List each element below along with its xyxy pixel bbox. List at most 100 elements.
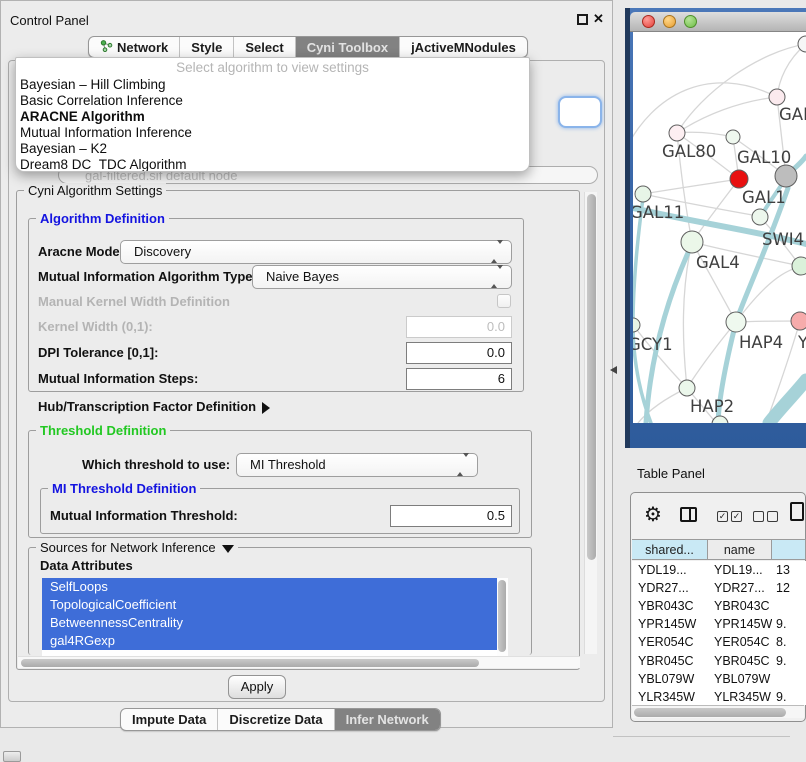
table-row[interactable]: YPR145WYPR145W9. [632, 615, 806, 633]
new-document-icon[interactable] [790, 502, 804, 521]
table-row[interactable]: YBR043CYBR043C [632, 597, 806, 615]
network-edge[interactable] [643, 179, 739, 194]
network-node-hap4[interactable] [726, 312, 746, 332]
network-window-titlebar[interactable] [630, 12, 806, 32]
column-header[interactable]: name [708, 540, 772, 559]
mi-threshold-label: Mutual Information Threshold: [50, 508, 238, 523]
zoom-green-icon[interactable] [684, 15, 697, 28]
unchecked-columns-icon[interactable] [767, 511, 778, 522]
close-red-icon[interactable] [642, 15, 655, 28]
attribute-item[interactable]: BetweennessCentrality [42, 614, 497, 632]
network-edge[interactable] [633, 83, 777, 147]
data-attributes-list[interactable]: SelfLoopsTopologicalCoefficientBetweenne… [42, 578, 497, 656]
algorithm-definition-title: Algorithm Definition [36, 211, 169, 226]
table-cell: YLR345W [708, 690, 772, 704]
table-body: YDL19...YDL19...13YDR27...YDR27...12YBR0… [632, 561, 806, 705]
float-window-icon[interactable] [577, 14, 588, 25]
algorithm-option[interactable]: Bayesian – K2 [16, 141, 529, 157]
kernel-width-label: Kernel Width (0,1): [38, 319, 153, 334]
tab-cyni-toolbox[interactable]: Cyni Toolbox [296, 37, 400, 57]
network-node-gal80[interactable] [669, 125, 685, 141]
corner-button[interactable] [3, 751, 21, 762]
apply-button[interactable]: Apply [228, 675, 286, 699]
checked-columns-icon[interactable]: ✓ [717, 511, 728, 522]
network-node-gcy1[interactable] [633, 318, 640, 332]
attributes-list-scrollbar[interactable] [497, 578, 508, 656]
table-row[interactable]: YBR045CYBR045C9. [632, 651, 806, 669]
manual-kernel-checkbox[interactable] [497, 294, 511, 308]
scrollbar-thumb[interactable] [634, 708, 786, 717]
bottom-tabbar: Impute DataDiscretize DataInfer Network [120, 708, 441, 731]
mi-threshold-field[interactable]: 0.5 [390, 505, 512, 527]
tab-impute-data[interactable]: Impute Data [121, 709, 218, 730]
network-node-gal11[interactable] [635, 186, 651, 202]
node-label: SWI4 [762, 230, 804, 249]
tab-style[interactable]: Style [180, 37, 234, 57]
table-row[interactable]: YDR27...YDR27...12 [632, 579, 806, 597]
attribute-item[interactable]: SelfLoops [42, 578, 497, 596]
table-cell: YDL19... [708, 563, 772, 577]
hub-definition-expander[interactable]: Hub/Transcription Factor Definition [38, 399, 270, 414]
network-node-gal4[interactable] [681, 231, 703, 253]
tab-network[interactable]: Network [89, 37, 180, 57]
network-edge[interactable] [692, 179, 739, 242]
network-edge[interactable] [769, 380, 806, 423]
dpi-tolerance-field[interactable]: 0.0 [406, 342, 512, 364]
table-header[interactable]: shared...name [632, 539, 806, 560]
table-row[interactable]: YDL19...YDL19...13 [632, 561, 806, 579]
algorithm-option[interactable]: Bayesian – Hill Climbing [16, 77, 529, 93]
scrollbar-thumb[interactable] [498, 580, 506, 652]
sources-group-title[interactable]: Sources for Network Inference [36, 540, 238, 555]
checked-columns-icon[interactable]: ✓ [731, 511, 742, 522]
columns-icon[interactable] [680, 507, 697, 522]
algorithm-combo-focus-remnant[interactable] [558, 96, 602, 128]
table-cell: YPR145W [708, 617, 772, 631]
network-node-hap2[interactable] [679, 380, 695, 396]
algorithm-option[interactable]: Dream8 DC_TDC Algorithm [16, 157, 529, 172]
network-edge[interactable] [677, 97, 777, 133]
network-node-gal1[interactable] [730, 170, 748, 188]
minimize-yellow-icon[interactable] [663, 15, 676, 28]
kernel-width-field[interactable]: 0.0 [406, 316, 512, 338]
mi-steps-field[interactable]: 6 [406, 368, 512, 390]
network-node-gal10[interactable] [726, 130, 740, 144]
network-edge[interactable] [718, 188, 788, 423]
dropdown-prompt: Select algorithm to view settings [16, 58, 529, 77]
tab-infer-network[interactable]: Infer Network [335, 709, 440, 730]
table-row[interactable]: YER054CYER054C8. [632, 633, 806, 651]
attribute-item[interactable]: TopologicalCoefficient [42, 596, 497, 614]
network-edge[interactable] [777, 44, 806, 97]
mouse-cursor [610, 366, 617, 374]
network-node[interactable] [792, 257, 806, 275]
network-node-gal[interactable] [769, 89, 785, 105]
tab-discretize-data[interactable]: Discretize Data [218, 709, 334, 730]
column-header[interactable] [772, 540, 806, 559]
settings-vertical-scrollbar[interactable] [584, 192, 597, 654]
gear-icon[interactable]: ⚙ [644, 502, 662, 527]
tab-select[interactable]: Select [234, 37, 295, 57]
unchecked-columns-icon[interactable] [753, 511, 764, 522]
aracne-mode-select[interactable]: Discovery [120, 240, 512, 264]
table-row[interactable]: YBL079WYBL079W [632, 670, 806, 688]
network-node-y[interactable] [791, 312, 806, 330]
hub-definition-label: Hub/Transcription Factor Definition [38, 399, 256, 414]
table-row[interactable]: YLR345WYLR345W9. [632, 688, 806, 705]
network-node[interactable] [775, 165, 797, 187]
mi-type-select[interactable]: Naive Bayes [252, 265, 512, 289]
stepper-arrows-icon [491, 241, 503, 263]
algorithm-option[interactable]: Basic Correlation Inference [16, 93, 529, 109]
table-horizontal-scrollbar[interactable] [632, 705, 804, 718]
tab-jactivemnodules[interactable]: jActiveMNodules [400, 37, 527, 57]
column-header[interactable]: shared... [632, 540, 708, 559]
algorithm-option[interactable]: ARACNE Algorithm [16, 109, 529, 125]
network-graph[interactable]: GALGAL80GAL10GAL1GAL11GAL4SWI4GCY1HAP4YH… [633, 32, 806, 423]
attribute-item[interactable]: gal4RGexp [42, 632, 497, 650]
settings-horizontal-scrollbar[interactable] [18, 656, 580, 668]
network-node-swi4[interactable] [752, 209, 768, 225]
network-node[interactable] [712, 416, 728, 423]
scrollbar-thumb[interactable] [21, 659, 479, 667]
algorithm-option[interactable]: Mutual Information Inference [16, 125, 529, 141]
which-threshold-select[interactable]: MI Threshold [236, 453, 478, 477]
scrollbar-thumb[interactable] [587, 194, 596, 560]
close-icon[interactable]: ✕ [593, 11, 604, 27]
